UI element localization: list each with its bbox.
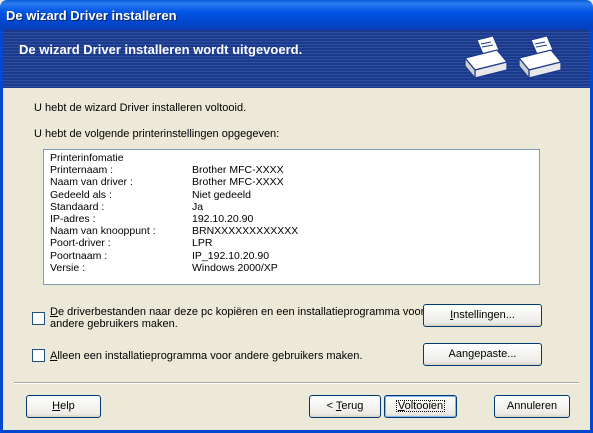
settings-button[interactable]: Instellingen... — [423, 304, 542, 327]
completion-text: U hebt de wizard Driver installeren volt… — [34, 102, 247, 114]
list-item: Gedeeld als : Niet gedeeld — [50, 188, 251, 201]
installer-only-checkbox[interactable] — [32, 349, 45, 362]
separator — [14, 382, 579, 384]
list-item: IP-adres :192.10.20.90 — [50, 213, 254, 226]
back-button[interactable]: < Terug — [309, 395, 381, 418]
help-button[interactable]: Help — [26, 395, 101, 418]
list-item: Versie : Windows 2000/XP — [50, 261, 278, 274]
list-item: Standaard : Ja — [50, 200, 204, 213]
list-header: Printerinfomatie — [50, 152, 124, 164]
window-title: De wizard Driver installeren — [6, 8, 177, 23]
list-item: Naam van driver : Brother MFC-XXXX — [50, 176, 284, 189]
banner-heading: De wizard Driver installeren wordt uitge… — [19, 42, 303, 57]
settings-intro-text: U hebt de volgende printerinstellingen o… — [34, 128, 280, 140]
printer-icon — [517, 36, 563, 80]
printer-settings-list[interactable]: Printerinfomatie Printernaam : Brother MF… — [43, 149, 540, 285]
cancel-button[interactable]: Annuleren — [494, 395, 570, 418]
copy-driver-files-label[interactable]: De driverbestanden naar deze pc kopiëren… — [50, 306, 424, 330]
title-bar[interactable]: De wizard Driver installeren — [0, 0, 593, 30]
list-item: Printernaam : Brother MFC-XXXX — [50, 164, 284, 177]
list-item: Poort-driver : LPR — [50, 237, 213, 250]
list-item: Naam van knooppunt : BRNXXXXXXXXXXXX — [50, 225, 299, 238]
installer-only-label[interactable]: Alleen een installatieprogramma voor and… — [50, 350, 362, 362]
list-item: Poortnaam : IP_192.10.20.90 — [50, 249, 270, 262]
copy-driver-files-checkbox[interactable] — [32, 312, 45, 325]
finish-button[interactable]: Voltooien — [384, 395, 457, 418]
printer-icon — [463, 36, 509, 80]
wizard-banner: De wizard Driver installeren wordt uitge… — [0, 30, 593, 88]
custom-button[interactable]: Aangepaste... — [423, 343, 542, 366]
